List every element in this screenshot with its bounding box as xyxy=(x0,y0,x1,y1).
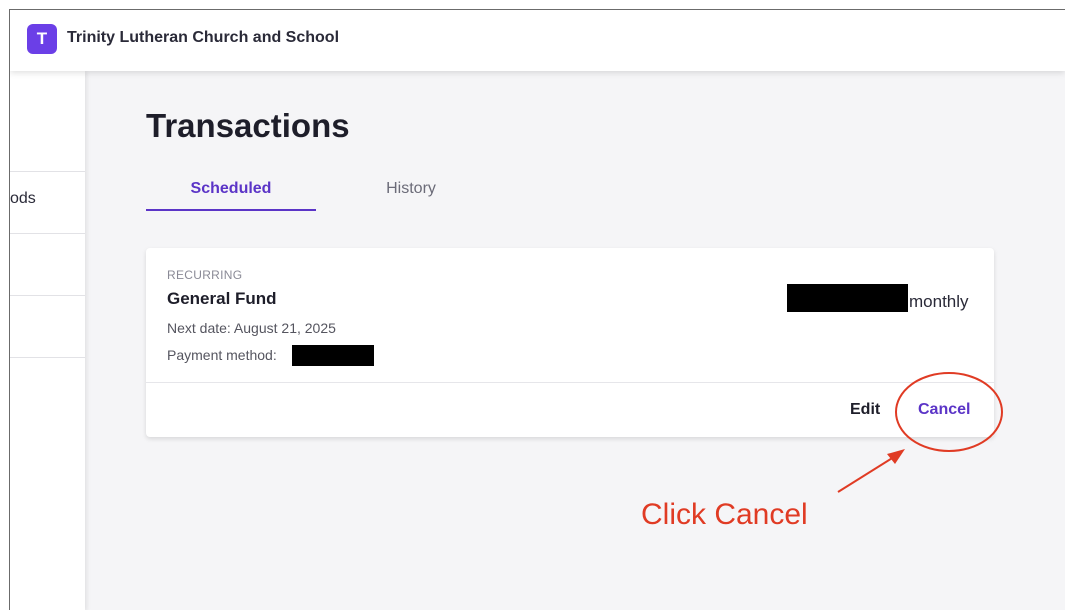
page-title: Transactions xyxy=(146,107,350,144)
recurring-label: RECURRING xyxy=(167,268,243,282)
tab-scheduled[interactable]: Scheduled xyxy=(146,180,316,211)
org-name[interactable]: Trinity Lutheran Church and School xyxy=(67,29,339,47)
scheduled-transaction-card: RECURRING General Fund Next date: August… xyxy=(146,248,994,437)
annotation-text: Click Cancel xyxy=(641,498,808,531)
payment-method-label: Payment method: xyxy=(167,347,277,363)
next-date: Next date: August 21, 2025 xyxy=(167,320,336,336)
frequency-label: monthly xyxy=(909,292,969,311)
app-window: T Trinity Lutheran Church and School ods… xyxy=(9,9,1065,610)
fund-name: General Fund xyxy=(167,289,277,308)
redacted-payment-method xyxy=(292,345,374,366)
sidebar-item[interactable] xyxy=(10,233,85,295)
org-logo[interactable]: T xyxy=(27,24,57,54)
card-divider xyxy=(146,382,994,383)
top-bar: T Trinity Lutheran Church and School xyxy=(10,10,1065,71)
sidebar-divider xyxy=(10,357,85,358)
tab-history[interactable]: History xyxy=(326,180,496,211)
cancel-button[interactable]: Cancel xyxy=(918,401,970,419)
sidebar: ods xyxy=(10,71,85,610)
sidebar-item[interactable] xyxy=(10,295,85,357)
sidebar-item-payment-methods[interactable]: ods xyxy=(10,190,36,208)
redacted-amount xyxy=(787,284,908,312)
edit-button[interactable]: Edit xyxy=(850,401,880,419)
